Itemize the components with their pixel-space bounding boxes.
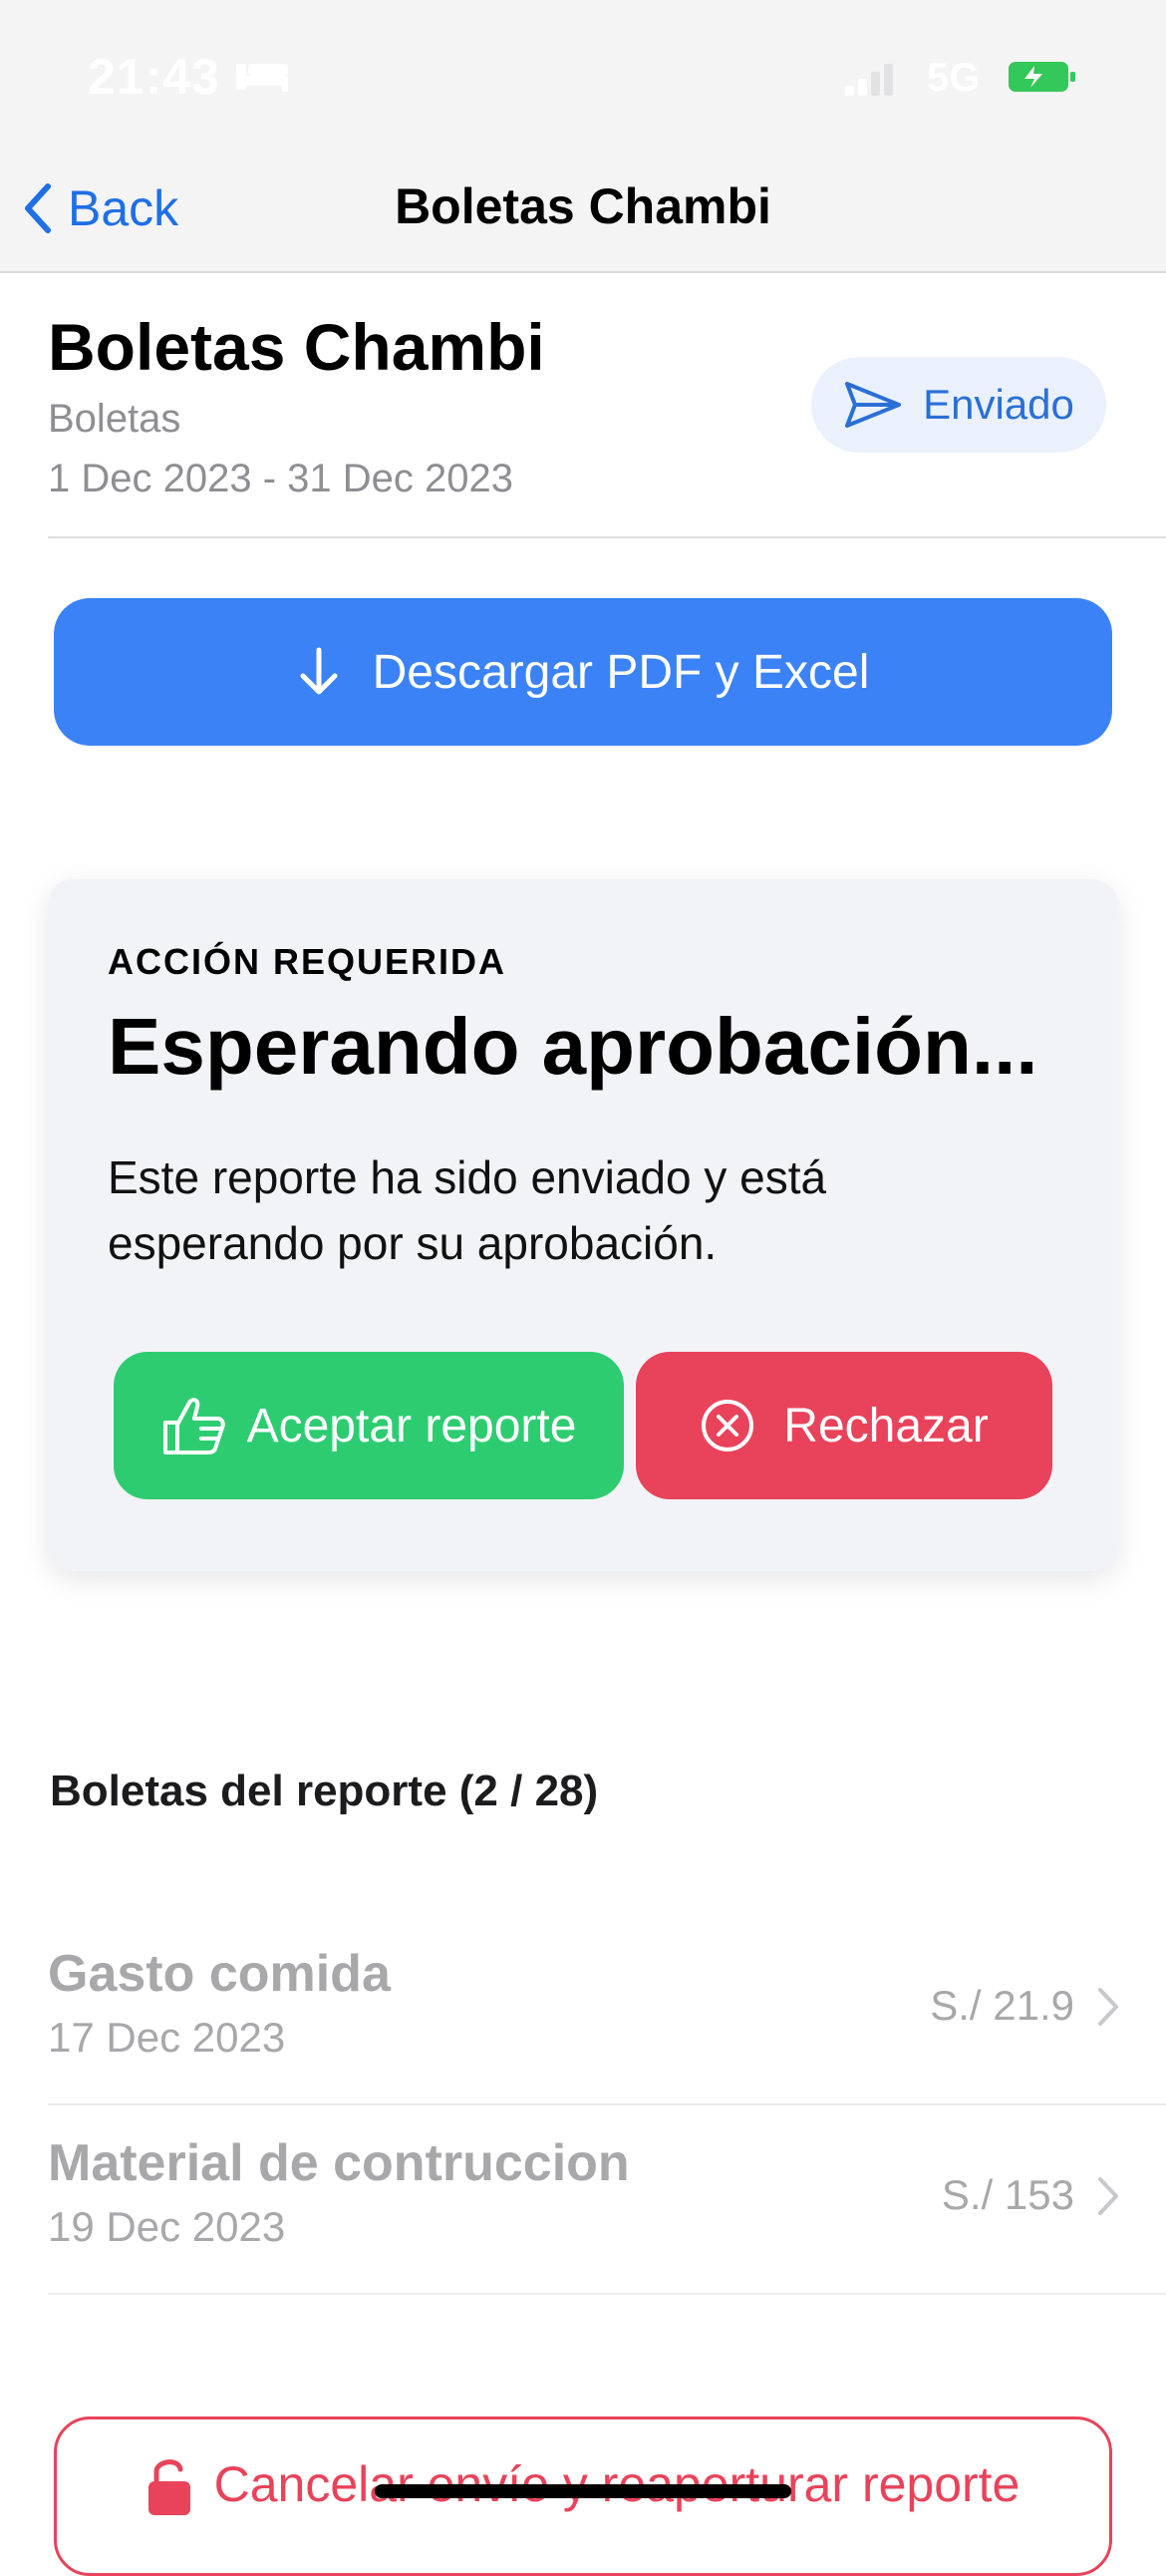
network-type: 5G [927,56,981,100]
receipt-date: 17 Dec 2023 [48,2014,286,2061]
home-indicator [375,2484,791,2498]
bed-icon [236,64,288,92]
reject-label: Rechazar [783,1399,989,1452]
navigation-bar: Back Boletas Chambi [0,150,1166,273]
receipt-name: Gasto comida [48,1945,391,2003]
thumbs-up-icon [162,1398,225,1454]
unlock-icon [147,2459,190,2515]
report-category: Boletas [48,397,181,441]
list-item[interactable]: Material de contruccion 19 Dec 2023 S./ … [48,2103,1166,2293]
arrow-down-icon [300,647,338,695]
send-icon [845,382,902,428]
receipt-name: Material de contruccion [48,2134,630,2192]
receipt-date: 19 Dec 2023 [48,2203,286,2250]
signal-icon [845,64,893,96]
reject-button[interactable]: Rechazar [636,1352,1052,1499]
status-label: Enviado [923,381,1074,428]
download-pdf-excel-button[interactable]: Descargar PDF y Excel [54,598,1112,746]
divider [48,2293,1166,2295]
chevron-right-icon [1098,1988,1118,2026]
divider [48,536,1166,538]
list-item[interactable]: Gasto comida 17 Dec 2023 S./ 21.9 [48,1914,1166,2103]
action-kicker: ACCIÓN REQUERIDA [108,941,507,982]
close-circle-icon [702,1400,754,1451]
status-time: 21:43 [88,49,220,105]
page-title: Boletas Chambi [48,310,545,384]
nav-title: Boletas Chambi [395,178,771,234]
action-description: Este reporte ha sido enviado y está espe… [108,1151,827,1269]
accept-report-button[interactable]: Aceptar reporte [114,1352,624,1499]
receipt-amount: S./ 153 [941,2171,1074,2218]
status-badge: Enviado [811,357,1106,453]
accept-label: Aceptar reporte [246,1399,577,1452]
report-date-range: 1 Dec 2023 - 31 Dec 2023 [48,457,513,500]
battery-icon [1009,62,1075,92]
receipt-amount: S./ 21.9 [930,1982,1074,2029]
chevron-right-icon [1098,2177,1118,2215]
download-label: Descargar PDF y Excel [372,645,870,699]
receipts-header: Boletas del reporte (2 / 28) [50,1767,599,1815]
action-title: Esperando aprobación... [108,1002,1038,1091]
